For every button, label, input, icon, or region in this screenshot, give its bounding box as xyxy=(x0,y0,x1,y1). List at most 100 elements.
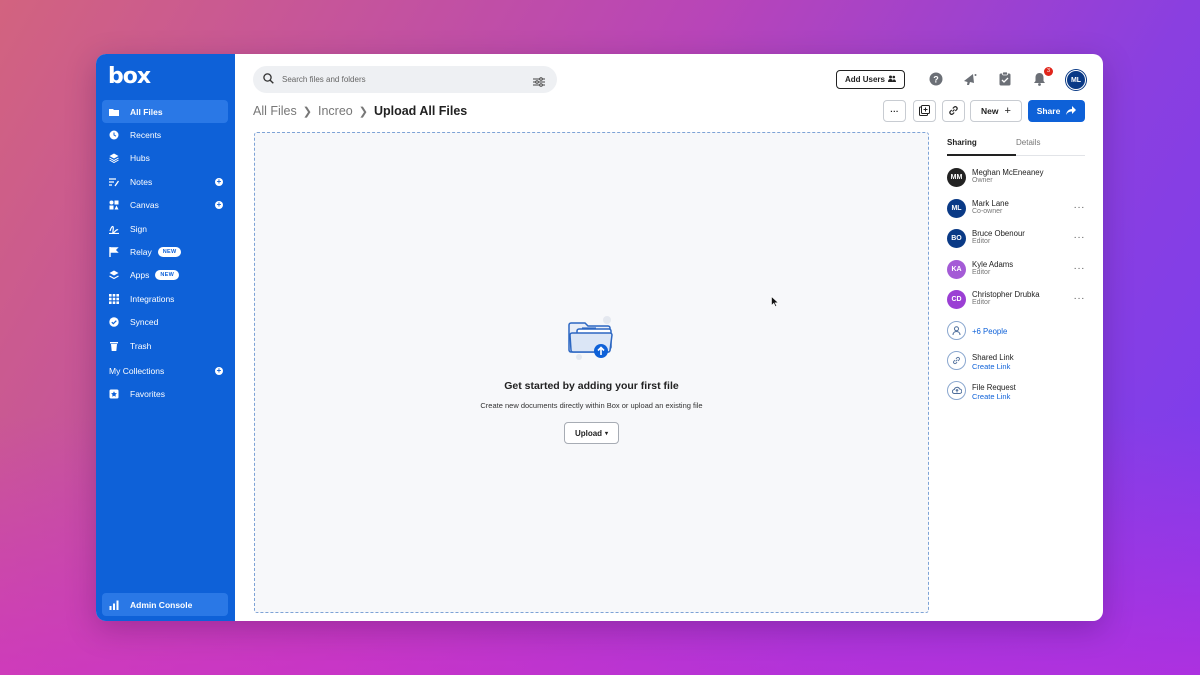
avatar: MM xyxy=(947,168,966,187)
add-to-collection-icon xyxy=(919,104,930,118)
sidebar-item-label: All Files xyxy=(130,106,163,117)
tab-details[interactable]: Details xyxy=(1016,138,1040,156)
filter-settings-icon[interactable] xyxy=(533,74,545,92)
user-avatar[interactable]: ML xyxy=(1066,70,1086,90)
collaborator-name: Meghan McEneaney xyxy=(972,168,1044,177)
more-people-link[interactable]: +6 People xyxy=(972,327,1007,336)
box-logo[interactable]: box xyxy=(108,64,151,89)
help-icon[interactable]: ? xyxy=(929,72,943,86)
empty-state-title: Get started by adding your first file xyxy=(504,380,679,392)
upload-folder-icon xyxy=(567,315,617,366)
relay-icon xyxy=(109,247,119,258)
add-note-icon[interactable]: + xyxy=(215,177,223,186)
sidebar-item-hubs[interactable]: Hubs xyxy=(102,147,228,170)
upload-button[interactable]: Upload ▾ xyxy=(564,422,619,444)
collaborator-role: Editor xyxy=(972,238,991,245)
file-request-row[interactable]: File Request Create Link xyxy=(947,379,1085,409)
link-icon xyxy=(948,105,959,118)
announcement-icon[interactable] xyxy=(962,72,977,86)
new-badge: NEW xyxy=(157,247,182,258)
more-options-icon[interactable]: ··· xyxy=(1074,263,1086,274)
more-options-button[interactable]: ··· xyxy=(883,100,906,122)
collaborator-row[interactable]: MM Meghan McEneaney Owner xyxy=(947,166,1085,197)
search-input[interactable] xyxy=(282,75,512,84)
share-button[interactable]: Share xyxy=(1028,100,1085,122)
caret-down-icon: ▾ xyxy=(605,430,609,437)
trash-icon xyxy=(109,341,119,351)
copy-link-button[interactable] xyxy=(942,100,965,122)
collaborator-row[interactable]: BO Bruce Obenour Editor ··· xyxy=(947,227,1085,258)
admin-console-button[interactable]: Admin Console xyxy=(102,593,228,616)
more-options-label: ··· xyxy=(890,106,899,116)
file-drop-zone[interactable]: Get started by adding your first file Cr… xyxy=(254,132,929,613)
sign-icon xyxy=(109,224,119,234)
link-icon xyxy=(947,350,966,370)
empty-state-subtitle: Create new documents directly within Box… xyxy=(480,401,703,410)
notification-badge: 3 xyxy=(1044,67,1053,76)
sidebar-item-label: Apps xyxy=(130,270,150,281)
apps-icon xyxy=(109,270,119,280)
sidebar-item-label: Trash xyxy=(130,340,152,351)
folder-icon xyxy=(109,107,119,117)
breadcrumb: All Files ❯ Increo ❯ Upload All Files xyxy=(253,104,467,118)
sidebar-item-label: Sign xyxy=(130,223,148,234)
collaborator-row[interactable]: CD Christopher Drubka Editor ··· xyxy=(947,288,1085,319)
tasks-icon[interactable] xyxy=(999,71,1013,86)
my-collections-header[interactable]: My Collections + xyxy=(102,359,228,382)
sidebar-item-recents[interactable]: Recents xyxy=(102,123,228,146)
shared-link-title: Shared Link xyxy=(972,352,1014,362)
add-users-button[interactable]: Add Users xyxy=(836,70,905,89)
add-collection-icon[interactable]: + xyxy=(215,366,223,375)
breadcrumb-parent[interactable]: Increo xyxy=(318,104,353,118)
more-options-icon[interactable]: ··· xyxy=(1074,293,1086,304)
chevron-right-icon: ❯ xyxy=(358,105,368,118)
collaborator-name: Kyle Adams xyxy=(972,259,1014,269)
app-window: box All Files Recents Hubs Notes + Canva… xyxy=(96,54,1103,621)
sidebar-item-synced[interactable]: Synced xyxy=(102,311,228,334)
sidebar-item-canvas[interactable]: Canvas + xyxy=(102,194,228,217)
hubs-icon xyxy=(109,153,119,164)
sidebar-item-integrations[interactable]: Integrations xyxy=(102,287,228,310)
my-collections-label: My Collections xyxy=(109,365,165,376)
sidebar-item-favorites[interactable]: Favorites xyxy=(102,382,228,405)
breadcrumb-root[interactable]: All Files xyxy=(253,104,297,118)
users-icon xyxy=(888,75,896,84)
avatar: ML xyxy=(947,198,966,218)
sidebar-item-notes[interactable]: Notes + xyxy=(102,170,228,193)
avatar: KA xyxy=(947,259,966,279)
search-icon xyxy=(263,71,274,89)
add-canvas-icon[interactable]: + xyxy=(215,201,223,210)
create-shared-link[interactable]: Create Link xyxy=(972,362,1010,371)
sidebar: box All Files Recents Hubs Notes + Canva… xyxy=(96,54,235,621)
canvas-icon xyxy=(109,200,119,210)
shared-link-row[interactable]: Shared Link Create Link xyxy=(947,349,1085,379)
collaborator-row[interactable]: KA Kyle Adams Editor ··· xyxy=(947,258,1085,289)
add-users-label: Add Users xyxy=(844,75,885,84)
sidebar-item-sign[interactable]: Sign xyxy=(102,217,228,240)
bar-chart-icon xyxy=(109,600,119,610)
more-options-icon[interactable]: ··· xyxy=(1074,202,1086,213)
breadcrumb-current: Upload All Files xyxy=(373,104,468,118)
empty-state: Get started by adding your first file Cr… xyxy=(255,315,928,444)
sidebar-item-all-files[interactable]: All Files xyxy=(102,100,228,124)
new-button-label: New xyxy=(981,106,999,116)
sidebar-tabs: Sharing Details xyxy=(947,138,1085,156)
sidebar-item-apps[interactable]: Apps NEW xyxy=(102,264,228,287)
check-circle-icon xyxy=(109,317,119,327)
more-people-row[interactable]: +6 People xyxy=(947,319,1085,349)
collaborator-role: Editor xyxy=(972,268,991,276)
collaborators-list: MM Meghan McEneaney Owner ML Mark Lane C… xyxy=(947,166,1085,409)
person-icon xyxy=(947,320,966,340)
collaborate-button[interactable] xyxy=(913,100,936,122)
collaborator-row[interactable]: ML Mark Lane Co-owner ··· xyxy=(947,197,1085,228)
favorites-icon xyxy=(109,389,119,399)
avatar: CD xyxy=(947,290,966,309)
sidebar-item-trash[interactable]: Trash xyxy=(102,334,228,357)
search-bar[interactable] xyxy=(253,66,557,93)
tab-sharing[interactable]: Sharing xyxy=(947,138,1016,156)
more-options-icon[interactable]: ··· xyxy=(1074,232,1086,243)
new-button[interactable]: New + xyxy=(970,100,1022,122)
sidebar-item-relay[interactable]: Relay NEW xyxy=(102,240,228,263)
collaborator-role: Owner xyxy=(972,177,993,184)
create-file-request-link[interactable]: Create Link xyxy=(972,392,1010,401)
